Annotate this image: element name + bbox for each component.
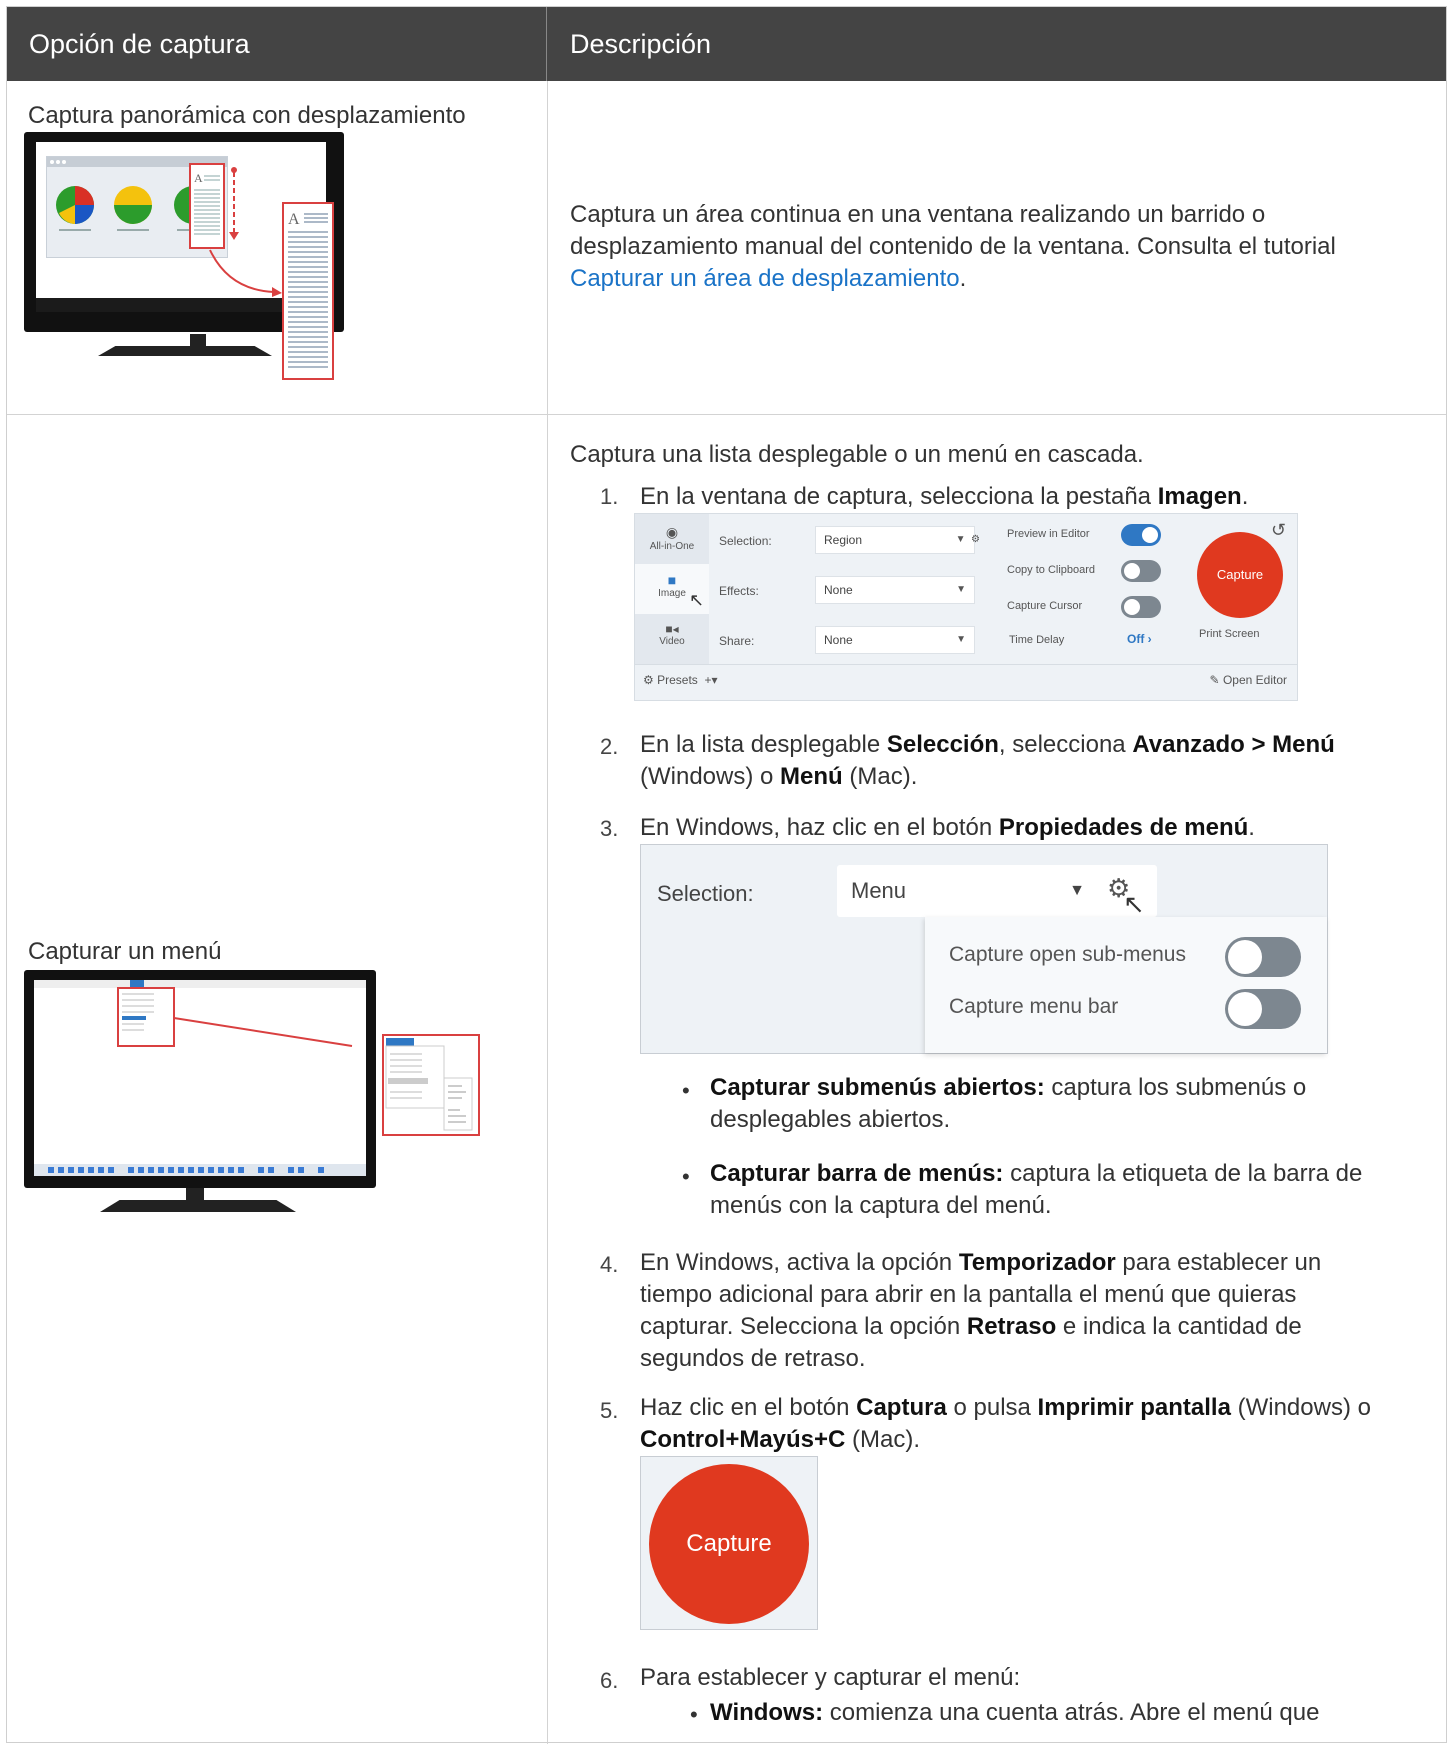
step5-line2: Control+Mayús+C (Mac).	[640, 1426, 921, 1453]
caret-down-icon: ▼ ⚙	[955, 534, 980, 545]
step6-bullet-line1: Windows: comienza una cuenta atrás. Abre…	[710, 1699, 1320, 1726]
table-header: Opción de captura Descripción	[7, 7, 1446, 81]
bullet1-line2: desplegables abiertos.	[710, 1106, 951, 1133]
capture-button[interactable]: Capture	[649, 1464, 809, 1624]
monitor-base	[98, 346, 272, 356]
tab-all-in-one[interactable]: ◉ All-in-One	[635, 514, 709, 564]
cursor-icon: ↖	[1123, 889, 1145, 919]
tab-label: Video	[659, 636, 685, 647]
bullet-dot: •	[682, 1078, 690, 1103]
step4-line2: tiempo adicional para abrir en la pantal…	[640, 1281, 1297, 1308]
capture-menu-bar-label: Capture menu bar	[949, 995, 1119, 1018]
zoomed-menu-illustration	[382, 1034, 480, 1136]
step4-line3: capturar. Selecciona la opción Retraso e…	[640, 1313, 1302, 1340]
step-number: 3.	[600, 816, 619, 841]
caret-down-icon: ▼	[956, 584, 966, 595]
bullet-dot: •	[690, 1702, 698, 1727]
step4-line4: segundos de retraso.	[640, 1345, 866, 1372]
bullet2-line2: menús con la captura del menú.	[710, 1192, 1052, 1219]
caret-down-icon: ▼	[956, 634, 966, 645]
share-label: Share:	[719, 634, 755, 648]
monitor-base	[100, 1200, 296, 1212]
reset-icon[interactable]: ↺	[1271, 520, 1286, 541]
svg-text:A: A	[194, 171, 203, 185]
capture-open-submenus-label: Capture open sub-menus	[949, 943, 1186, 966]
row2-title: Capturar un menú	[28, 938, 222, 965]
capture-button[interactable]: Capture	[1197, 532, 1283, 618]
effects-dropdown[interactable]: None ▼	[815, 576, 975, 604]
menu-monitor-illustration	[24, 970, 376, 1188]
svg-text:A: A	[288, 211, 300, 228]
capture-button-illustration: Capture	[640, 1456, 818, 1630]
menu-properties-popup: Capture open sub-menus Capture menu bar	[925, 917, 1327, 1053]
open-editor-button[interactable]: ✎ Open Editor	[1210, 673, 1287, 687]
preview-in-editor-label: Preview in Editor	[1007, 528, 1090, 540]
scrolling-tutorial-link[interactable]: Capturar un área de desplazamiento	[570, 265, 960, 292]
presets-button[interactable]: ⚙ Presets +▾	[643, 673, 718, 687]
step2-text-line2: (Windows) o Menú (Mac).	[640, 763, 918, 790]
video-icon: ■◂	[665, 622, 679, 636]
step3-text: En Windows, haz clic en el botón Propied…	[640, 814, 1255, 841]
edit-icon: ✎	[1209, 673, 1220, 687]
copy-to-clipboard-toggle[interactable]	[1121, 560, 1161, 582]
menu-properties-panel: Selection: Menu ▼ ⚙ ↖ Capture open sub-me…	[640, 844, 1328, 1054]
preview-in-editor-toggle[interactable]	[1121, 524, 1161, 546]
row2-intro: Captura una lista desplegable o un menú …	[570, 441, 1144, 468]
capture-menu-bar-toggle[interactable]	[1225, 989, 1301, 1029]
row1-title: Captura panorámica con desplazamiento	[28, 102, 466, 129]
gear-icon: ⚙	[643, 673, 654, 687]
step-number: 2.	[600, 734, 619, 759]
tab-image[interactable]: ■ Image ↖	[635, 564, 709, 614]
step5-line1: Haz clic en el botón Captura o pulsa Imp…	[640, 1394, 1371, 1421]
step-number: 1.	[600, 484, 619, 509]
step-number: 5.	[600, 1398, 619, 1423]
capture-settings-panel: ◉ All-in-One ■ Image ↖ ■◂ Video Selectio…	[634, 513, 1298, 701]
step-number: 6.	[600, 1668, 619, 1693]
print-screen-label: Print Screen	[1199, 628, 1260, 640]
caret-down-icon: ▼	[1069, 882, 1085, 899]
selection-label: Selection:	[719, 534, 772, 548]
row1-desc-line2: desplazamiento manual del contenido de l…	[570, 233, 1336, 260]
link-trailing-period: .	[959, 265, 967, 292]
capture-cursor-toggle[interactable]	[1121, 596, 1161, 618]
bullet1-line1: Capturar submenús abiertos: captura los …	[710, 1074, 1307, 1101]
copy-to-clipboard-label: Copy to Clipboard	[1007, 564, 1096, 576]
selection-dropdown[interactable]: Region ▼ ⚙	[815, 526, 980, 554]
capture-cursor-label: Capture Cursor	[1007, 600, 1083, 612]
step6-text: Para establecer y capturar el menú:	[640, 1664, 1021, 1691]
step4-line1: En Windows, activa la opción Temporizado…	[640, 1249, 1322, 1276]
scrolled-page-illustration: A	[282, 202, 334, 380]
header-description: Descripción	[570, 29, 712, 59]
header-capture-option: Opción de captura	[7, 7, 547, 81]
step-number: 4.	[600, 1252, 619, 1277]
monitor-stand	[190, 334, 206, 348]
record-icon: ◉	[665, 524, 679, 540]
share-dropdown[interactable]: None ▼	[815, 626, 975, 654]
row1-desc-line1: Captura un área continua en una ventana …	[570, 201, 1266, 228]
camera-icon: ■	[667, 572, 677, 588]
time-delay-label: Time Delay	[1009, 634, 1065, 646]
capture-open-submenus-toggle[interactable]	[1225, 937, 1301, 977]
tab-label: All-in-One	[649, 541, 695, 552]
bullet-dot: •	[682, 1164, 690, 1189]
step1-text: En la ventana de captura, selecciona la …	[640, 483, 1249, 510]
step2-text-line1: En la lista desplegable Selección, selec…	[640, 731, 1335, 758]
selection-label: Selection:	[657, 881, 754, 906]
capture-mode-tabs: ◉ All-in-One ■ Image ↖ ■◂ Video	[635, 514, 709, 664]
cursor-icon: ↖	[689, 590, 705, 610]
row-divider	[7, 414, 1446, 415]
monitor-stand	[186, 1188, 204, 1202]
panel-footer: ⚙ Presets +▾ ✎ Open Editor	[635, 664, 1297, 701]
tab-video[interactable]: ■◂ Video	[635, 614, 709, 664]
time-delay-value[interactable]: Off ›	[1127, 632, 1152, 646]
row1-desc-line3: Capturar un área de desplazamiento.	[570, 263, 966, 295]
effects-label: Effects:	[719, 584, 759, 598]
column-divider	[547, 81, 548, 1744]
bullet2-line1: Capturar barra de menús: captura la etiq…	[710, 1160, 1363, 1187]
